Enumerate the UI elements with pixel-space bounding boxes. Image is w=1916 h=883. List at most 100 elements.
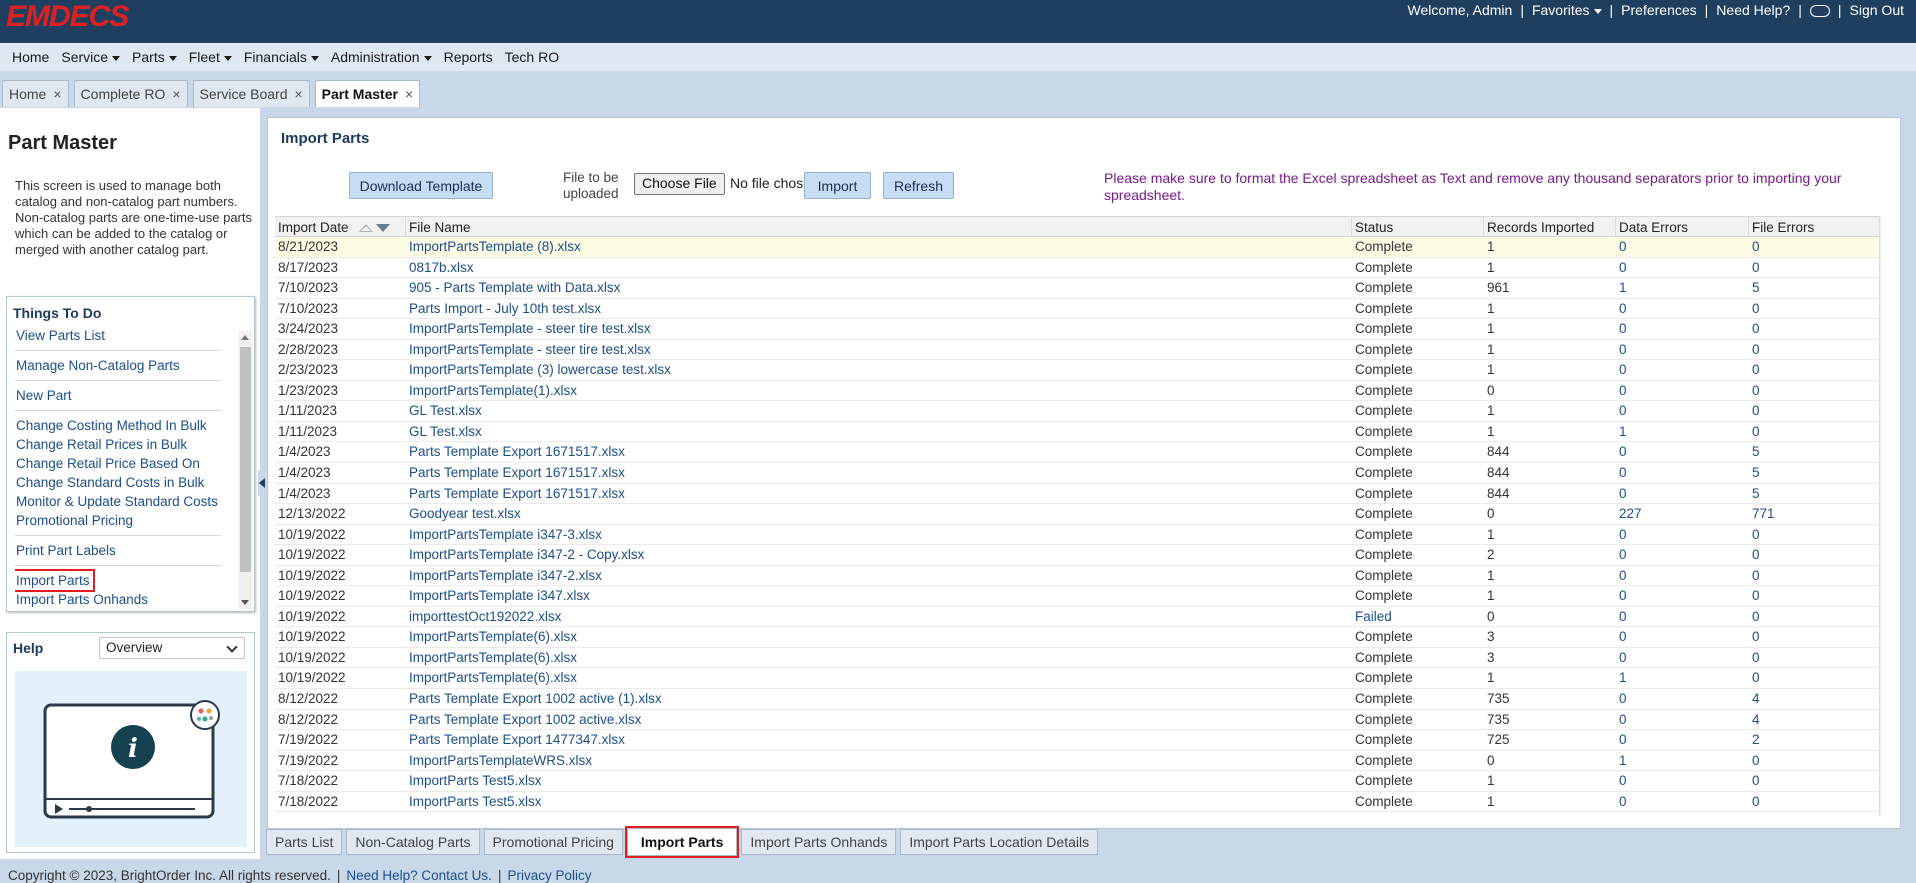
- cell-data-errors[interactable]: 0: [1616, 401, 1749, 421]
- todo-link-new-part[interactable]: New Part: [15, 388, 72, 403]
- cell-file-errors[interactable]: 0: [1749, 751, 1880, 771]
- table-scrollbar[interactable]: [1879, 216, 1881, 816]
- cell-file-name[interactable]: Parts Template Export 1002 active (1).xl…: [406, 689, 1352, 709]
- table-row[interactable]: 1/23/2023 ImportPartsTemplate(1).xlsx Comp…: [275, 381, 1881, 402]
- subtab-import-parts-location-details[interactable]: Import Parts Location Details: [900, 829, 1099, 855]
- contact-us-link[interactable]: Need Help? Contact Us.: [346, 868, 492, 883]
- cell-file-name[interactable]: ImportPartsTemplate i347.xlsx: [406, 586, 1352, 606]
- todo-link-monitor-update-standard-costs[interactable]: Monitor & Update Standard Costs: [15, 494, 218, 509]
- cell-file-errors[interactable]: 0: [1749, 340, 1880, 360]
- download-template-button[interactable]: Download Template: [349, 172, 493, 199]
- cell-file-name[interactable]: ImportParts Test5.xlsx: [406, 792, 1352, 812]
- cell-data-errors[interactable]: 0: [1616, 299, 1749, 319]
- todo-link-promotional-pricing[interactable]: Promotional Pricing: [15, 513, 133, 528]
- table-row[interactable]: 10/19/2022 ImportPartsTemplate(6).xlsx Com…: [275, 648, 1881, 669]
- menu-item-reports[interactable]: Reports: [438, 49, 499, 65]
- cell-data-errors[interactable]: 0: [1616, 586, 1749, 606]
- menu-item-parts[interactable]: Parts: [126, 49, 183, 65]
- subtab-import-parts[interactable]: Import Parts: [624, 826, 740, 858]
- cell-file-name[interactable]: ImportPartsTemplate - steer tire test.xl…: [406, 319, 1352, 339]
- cell-data-errors[interactable]: 227: [1616, 504, 1749, 524]
- cell-file-errors[interactable]: 5: [1749, 442, 1880, 462]
- todo-link-import-parts[interactable]: Import Parts: [15, 569, 95, 592]
- cell-data-errors[interactable]: 0: [1616, 484, 1749, 504]
- need-help-link[interactable]: Need Help?: [1710, 2, 1796, 18]
- cell-file-name[interactable]: ImportPartsTemplateWRS.xlsx: [406, 751, 1352, 771]
- menu-item-financials[interactable]: Financials: [238, 49, 325, 65]
- cell-file-name[interactable]: ImportPartsTemplate(6).xlsx: [406, 648, 1352, 668]
- tab-home[interactable]: Home ×: [2, 80, 69, 107]
- cell-file-name[interactable]: ImportPartsTemplate i347-2 - Copy.xlsx: [406, 545, 1352, 565]
- cell-file-name[interactable]: GL Test.xlsx: [406, 401, 1352, 421]
- table-row[interactable]: 8/17/2023 0817b.xlsx Complete 1 0 0: [275, 258, 1881, 279]
- cell-file-name[interactable]: Goodyear test.xlsx: [406, 504, 1352, 524]
- cell-file-errors[interactable]: 0: [1749, 545, 1880, 565]
- scroll-down-icon[interactable]: [241, 600, 249, 605]
- cell-file-name[interactable]: ImportPartsTemplate(6).xlsx: [406, 668, 1352, 688]
- todo-link-change-retail-prices-in-bulk[interactable]: Change Retail Prices in Bulk: [15, 437, 187, 452]
- cell-file-errors[interactable]: 0: [1749, 319, 1880, 339]
- column-header-file-name[interactable]: File Name: [406, 217, 1352, 236]
- cell-data-errors[interactable]: 0: [1616, 340, 1749, 360]
- todo-link-change-standard-costs-in-bulk[interactable]: Change Standard Costs in Bulk: [15, 475, 204, 490]
- cell-file-errors[interactable]: 0: [1749, 381, 1880, 401]
- cell-file-errors[interactable]: 0: [1749, 422, 1880, 442]
- cell-data-errors[interactable]: 0: [1616, 360, 1749, 380]
- cell-file-errors[interactable]: 4: [1749, 689, 1880, 709]
- cell-data-errors[interactable]: 0: [1616, 792, 1749, 812]
- table-row[interactable]: 1/11/2023 GL Test.xlsx Complete 1 0 0: [275, 401, 1881, 422]
- cell-data-errors[interactable]: 0: [1616, 730, 1749, 750]
- cell-data-errors[interactable]: 1: [1616, 278, 1749, 298]
- scroll-thumb[interactable]: [240, 347, 251, 572]
- subtab-promotional-pricing[interactable]: Promotional Pricing: [483, 829, 623, 855]
- cell-file-name[interactable]: ImportPartsTemplate i347-2.xlsx: [406, 566, 1352, 586]
- table-row[interactable]: 10/19/2022 ImportPartsTemplate(6).xlsx Com…: [275, 668, 1881, 690]
- table-row[interactable]: 2/28/2023 ImportPartsTemplate - steer tir…: [275, 340, 1881, 361]
- close-icon[interactable]: ×: [405, 86, 413, 107]
- subtab-import-parts-onhands[interactable]: Import Parts Onhands: [741, 829, 897, 855]
- cell-file-errors[interactable]: 0: [1749, 525, 1880, 545]
- cell-data-errors[interactable]: 0: [1616, 566, 1749, 586]
- privacy-policy-link[interactable]: Privacy Policy: [507, 868, 591, 883]
- cell-file-errors[interactable]: 5: [1749, 463, 1880, 483]
- menu-item-tech-ro[interactable]: Tech RO: [499, 49, 565, 65]
- table-row[interactable]: 8/21/2023 ImportPartsTemplate (8).xlsx Com…: [275, 237, 1881, 258]
- table-row[interactable]: 1/11/2023 GL Test.xlsx Complete 1 1 0: [275, 422, 1881, 443]
- todo-link-change-costing-method-in-bulk[interactable]: Change Costing Method In Bulk: [15, 418, 207, 433]
- cell-file-errors[interactable]: 0: [1749, 792, 1880, 812]
- table-row[interactable]: 10/19/2022 ImportPartsTemplate i347-2 - C…: [275, 545, 1881, 566]
- cell-data-errors[interactable]: 0: [1616, 710, 1749, 730]
- cell-data-errors[interactable]: 0: [1616, 545, 1749, 565]
- cell-file-errors[interactable]: 0: [1749, 237, 1880, 257]
- cell-data-errors[interactable]: 0: [1616, 607, 1749, 627]
- collapse-panel-handle[interactable]: [258, 470, 267, 496]
- cell-file-name[interactable]: importtestOct192022.xlsx: [406, 607, 1352, 627]
- chat-icon[interactable]: [1804, 2, 1836, 18]
- menu-item-service[interactable]: Service: [55, 49, 126, 65]
- cell-data-errors[interactable]: 0: [1616, 319, 1749, 339]
- cell-data-errors[interactable]: 0: [1616, 627, 1749, 647]
- cell-data-errors[interactable]: 1: [1616, 422, 1749, 442]
- cell-file-errors[interactable]: 2: [1749, 730, 1880, 750]
- cell-file-name[interactable]: Parts Template Export 1477347.xlsx: [406, 730, 1352, 750]
- cell-file-errors[interactable]: 0: [1749, 607, 1880, 627]
- table-row[interactable]: 8/12/2022 Parts Template Export 1002 acti…: [275, 689, 1881, 710]
- sort-ascending-icon[interactable]: [358, 224, 373, 233]
- todo-link-print-part-labels[interactable]: Print Part Labels: [15, 543, 116, 558]
- table-row[interactable]: 10/19/2022 importtestOct192022.xlsx Failed…: [275, 607, 1881, 628]
- import-button[interactable]: Import: [804, 172, 871, 199]
- table-row[interactable]: 10/19/2022 ImportPartsTemplate i347-3.xls…: [275, 525, 1881, 546]
- todo-scrollbar[interactable]: [239, 331, 252, 609]
- cell-file-name[interactable]: Parts Template Export 1671517.xlsx: [406, 463, 1352, 483]
- favorites-menu[interactable]: Favorites: [1526, 2, 1608, 18]
- cell-file-name[interactable]: Parts Template Export 1671517.xlsx: [406, 484, 1352, 504]
- cell-data-errors[interactable]: 0: [1616, 771, 1749, 791]
- close-icon[interactable]: ×: [294, 86, 302, 107]
- cell-file-errors[interactable]: 0: [1749, 258, 1880, 278]
- cell-file-name[interactable]: 905 - Parts Template with Data.xlsx: [406, 278, 1352, 298]
- todo-link-change-retail-price-based-on[interactable]: Change Retail Price Based On: [15, 456, 200, 471]
- cell-file-errors[interactable]: 0: [1749, 586, 1880, 606]
- table-row[interactable]: 7/19/2022 ImportPartsTemplateWRS.xlsx Comp…: [275, 751, 1881, 772]
- cell-file-errors[interactable]: 0: [1749, 771, 1880, 791]
- cell-file-errors[interactable]: 0: [1749, 648, 1880, 668]
